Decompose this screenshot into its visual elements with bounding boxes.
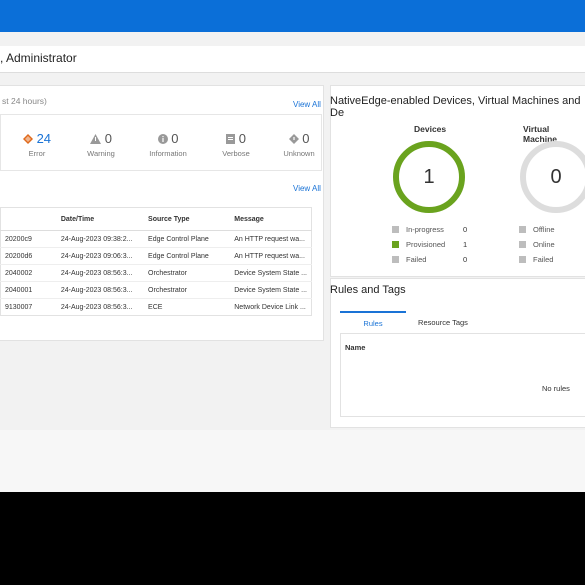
provisioned-swatch <box>392 241 399 248</box>
rules-tabs: Rules Resource Tags <box>340 311 585 334</box>
rules-name-column-header[interactable]: Name <box>345 343 365 352</box>
online-label: Online <box>533 240 555 249</box>
cell-source-type: Edge Control Plane <box>144 230 231 248</box>
cell-datetime: 24-Aug-2023 09:06:3... <box>56 247 145 265</box>
verbose-label: Verbose <box>222 149 250 158</box>
devices-column-title: Devices <box>414 124 447 134</box>
cell-datetime: 24-Aug-2023 09:38:2... <box>56 230 145 248</box>
page-footer-space <box>0 430 585 492</box>
legend-provisioned: Provisioned 1 <box>392 240 482 250</box>
unknown-diamond-icon <box>288 134 299 144</box>
info-circle-icon <box>157 134 168 144</box>
severity-verbose[interactable]: 0 Verbose <box>216 131 256 158</box>
cell-message: Network Device Link ... <box>230 298 312 316</box>
information-count: 0 <box>171 131 179 146</box>
severity-error[interactable]: 24 Error <box>19 131 55 158</box>
legend-in-progress: In-progress 0 <box>392 225 482 235</box>
cell-source-type: Orchestrator <box>144 264 231 282</box>
cell-id: 2040002 <box>0 264 57 282</box>
in-progress-swatch <box>392 226 399 233</box>
warning-label: Warning <box>87 149 115 158</box>
severity-unknown[interactable]: 0 Unknown <box>279 131 319 158</box>
in-progress-label: In-progress <box>406 225 444 234</box>
unknown-label: Unknown <box>283 149 315 158</box>
warning-triangle-icon <box>90 134 102 144</box>
cell-id: 20200c9 <box>0 230 57 248</box>
column-header-id[interactable] <box>0 207 57 231</box>
table-row[interactable]: 9130007 24-Aug-2023 08:56:3... ECE Netwo… <box>0 298 312 316</box>
offline-label: Offline <box>533 225 555 234</box>
cell-message: An HTTP request wa... <box>230 247 312 265</box>
cell-source-type: Edge Control Plane <box>144 247 231 265</box>
unknown-count: 0 <box>302 131 310 146</box>
information-label: Information <box>149 149 187 158</box>
cell-datetime: 24-Aug-2023 08:56:3... <box>56 298 145 316</box>
user-bar: , Administrator <box>0 46 585 73</box>
legend-online: Online <box>519 240 585 250</box>
vm-failed-swatch <box>519 256 526 263</box>
cell-id: 2040001 <box>0 281 57 299</box>
severity-information[interactable]: 0 Information <box>144 131 192 158</box>
tab-resource-tags[interactable]: Resource Tags <box>410 311 476 333</box>
cell-id: 20200d6 <box>0 247 57 265</box>
table-header-row: Date/Time Source Type Message <box>0 207 312 231</box>
screen: , Administrator st 24 hours) View All 24… <box>0 0 585 585</box>
cell-datetime: 24-Aug-2023 08:56:3... <box>56 281 145 299</box>
failed-label: Failed <box>406 255 427 264</box>
top-header-bar <box>0 0 585 32</box>
table-row[interactable]: 20200d6 24-Aug-2023 09:06:3... Edge Cont… <box>0 247 312 265</box>
letterbox-bottom <box>0 492 585 585</box>
table-row[interactable]: 20200c9 24-Aug-2023 09:38:2... Edge Cont… <box>0 230 312 248</box>
cell-datetime: 24-Aug-2023 08:56:3... <box>56 264 145 282</box>
provisioned-label: Provisioned <box>406 240 446 249</box>
table-row[interactable]: 2040002 24-Aug-2023 08:56:3... Orchestra… <box>0 264 312 282</box>
failed-swatch <box>392 256 399 263</box>
error-label: Error <box>28 149 46 158</box>
error-count: 24 <box>36 131 52 146</box>
legend-vm-failed: Failed <box>519 255 585 265</box>
events-subtitle: st 24 hours) <box>2 96 47 106</box>
devices-count: 1 <box>423 165 435 188</box>
user-role-label: , Administrator <box>0 51 77 65</box>
column-header-message[interactable]: Message <box>230 207 312 231</box>
cell-source-type: ECE <box>144 298 231 316</box>
alerts-table: Date/Time Source Type Message 20200c9 24… <box>0 207 312 316</box>
tab-rules[interactable]: Rules <box>340 311 406 333</box>
vms-donut[interactable]: 0 <box>520 141 585 213</box>
table-row[interactable]: 2040001 24-Aug-2023 08:56:3... Orchestra… <box>0 281 312 299</box>
vms-count: 0 <box>550 165 562 188</box>
rules-empty-message: No rules <box>542 384 570 393</box>
severity-summary: 24 Error 0 Warning 0 Information 0 Verbo… <box>0 114 322 171</box>
provisioned-count: 1 <box>463 240 468 249</box>
severity-warning[interactable]: 0 Warning <box>81 131 121 158</box>
devices-donut[interactable]: 1 <box>393 141 465 213</box>
cell-id: 9130007 <box>0 298 57 316</box>
in-progress-count: 0 <box>463 225 468 234</box>
vm-failed-label: Failed <box>533 255 554 264</box>
failed-count: 0 <box>463 255 468 264</box>
cell-source-type: Orchestrator <box>144 281 231 299</box>
legend-offline: Offline <box>519 225 585 235</box>
rules-section-title: Rules and Tags <box>330 284 406 296</box>
warning-count: 0 <box>104 131 112 146</box>
cell-message: Device System State ... <box>230 281 312 299</box>
column-header-datetime[interactable]: Date/Time <box>56 207 145 231</box>
cell-message: Device System State ... <box>230 264 312 282</box>
devices-section-title: NativeEdge-enabled Devices, Virtual Mach… <box>330 95 581 119</box>
alerts-view-all-link[interactable]: View All <box>293 184 321 193</box>
offline-swatch <box>519 226 526 233</box>
online-swatch <box>519 241 526 248</box>
verbose-doc-icon <box>226 134 236 144</box>
legend-failed: Failed 0 <box>392 255 482 265</box>
verbose-count: 0 <box>238 131 246 146</box>
rules-table-panel <box>340 333 585 417</box>
column-header-source-type[interactable]: Source Type <box>144 207 231 231</box>
events-view-all-link[interactable]: View All <box>293 100 321 109</box>
cell-message: An HTTP request wa... <box>230 230 312 248</box>
error-diamond-icon <box>22 134 33 144</box>
